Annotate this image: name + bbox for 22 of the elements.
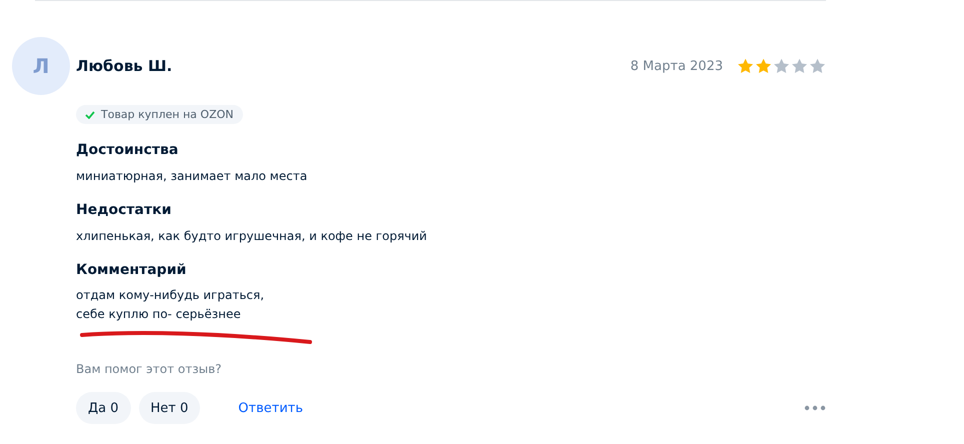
helpful-question: Вам помог этот отзыв? [76,362,223,376]
star-icon [773,58,790,74]
more-icon[interactable] [804,405,826,411]
section-heading: Комментарий [76,262,188,278]
check-icon [85,110,95,118]
avatar: Л [12,37,70,95]
badge-text: Товар куплен на OZON [101,108,234,121]
author-name: Любовь Ш. [76,57,172,75]
vote-button[interactable]: Да 0 [76,392,131,424]
section-text: хлипенькая, как будто игрушечная, и кофе не горячий [76,228,428,245]
reply-link[interactable]: Ответить [238,400,304,416]
vote-button[interactable]: Нет 0 [138,392,200,424]
section-heading: Достоинства [76,142,180,158]
section-text: миниатюрная, занимает мало места [76,168,308,185]
star-icon [737,58,754,74]
section-heading: Недостатки [76,202,172,218]
section-text: себе куплю по- серьёзнее [76,306,242,323]
star-icon [755,58,772,74]
section-text: отдам кому-нибудь играться, [76,287,266,304]
star-icon [809,58,826,74]
star-icon [791,58,808,74]
review-date: 8 Марта 2023 [630,58,723,74]
